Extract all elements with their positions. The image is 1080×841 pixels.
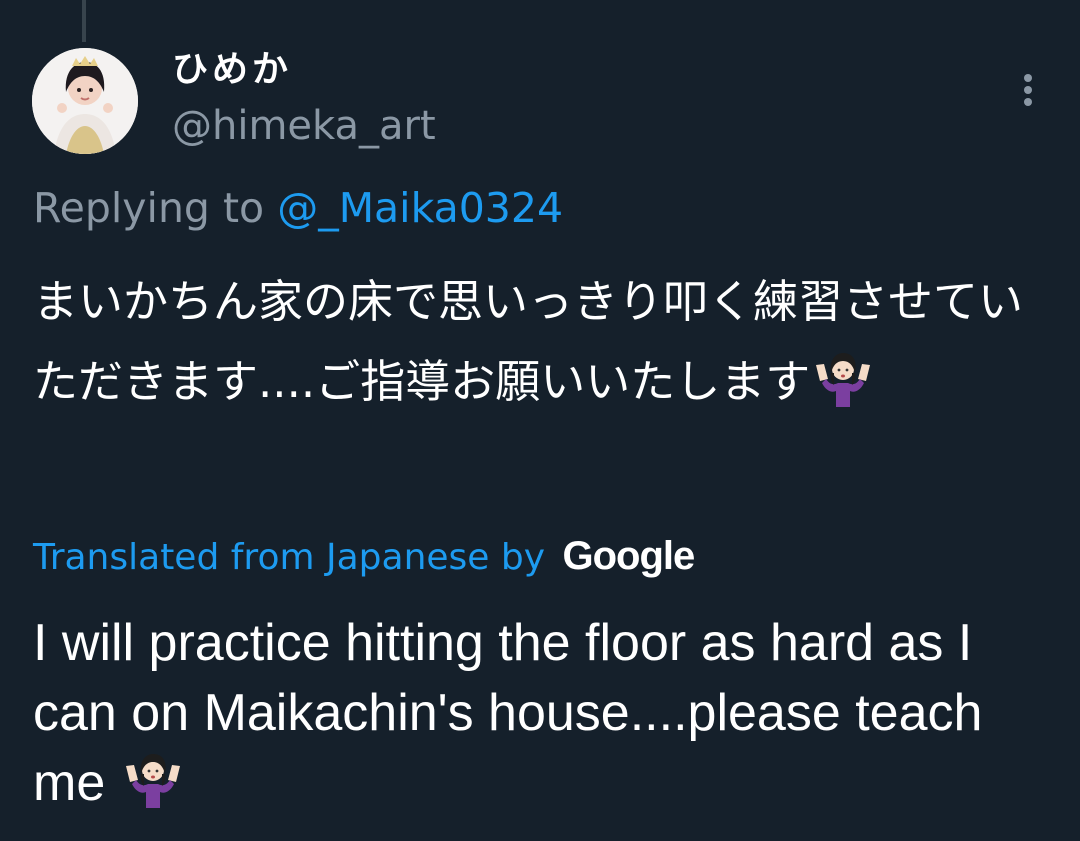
replying-to-mention-link[interactable]: @_Maika0324: [277, 184, 563, 232]
avatar-photo-icon: [32, 48, 138, 154]
translation-attribution: Translated from Japanese by Google: [33, 530, 696, 584]
avatar[interactable]: [32, 48, 138, 154]
translated-from-link[interactable]: Translated from Japanese by: [33, 537, 545, 578]
person-shrugging-emoji-icon: [816, 353, 871, 407]
thread-connector-line: [82, 0, 86, 42]
author-display-name[interactable]: ひめか: [172, 46, 292, 94]
author-handle[interactable]: @himeka_art: [172, 100, 436, 152]
google-logo: Google: [562, 534, 696, 578]
tweet-text: まいかちん家の床で思いっきり叩く練習させていただきます....ご指導お願いいたし…: [33, 262, 1043, 422]
replying-to-line: Replying to @_Maika0324: [33, 180, 563, 236]
translated-text: I will practice hitting the floor as har…: [33, 608, 1043, 818]
more-options-button[interactable]: [1008, 68, 1048, 112]
replying-to-label: Replying to: [33, 184, 278, 232]
person-shrugging-emoji-icon: [125, 754, 180, 808]
tweet-text-body: まいかちん家の床で思いっきり叩く練習させていただきます....ご指導お願いいたし…: [33, 275, 1024, 408]
